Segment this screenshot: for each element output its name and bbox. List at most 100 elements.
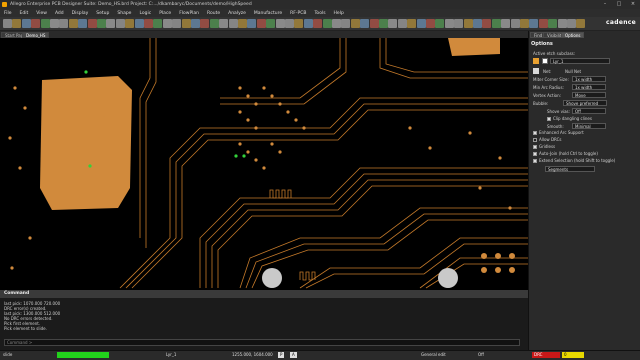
- toolbar-button-icon[interactable]: [181, 19, 191, 28]
- toolbar-button-icon[interactable]: [78, 19, 88, 28]
- segments-select[interactable]: Segments: [545, 166, 595, 172]
- clip-dangling-checkbox[interactable]: [547, 117, 551, 121]
- toolbar-button-icon[interactable]: [256, 19, 266, 28]
- toolbar-button-icon[interactable]: [510, 19, 520, 28]
- toolbar-button-icon[interactable]: [435, 19, 445, 28]
- toolbar-button-icon[interactable]: [275, 19, 285, 28]
- trace: [139, 38, 151, 238]
- status-a-toggle[interactable]: A: [290, 352, 297, 358]
- toolbar-button-icon[interactable]: [153, 19, 163, 28]
- toolbar-button-icon[interactable]: [313, 19, 323, 28]
- enhanced-arc-checkbox[interactable]: [533, 131, 537, 135]
- toolbar-button-icon[interactable]: [444, 19, 454, 28]
- bubble-select[interactable]: Shove preferred: [563, 100, 607, 106]
- toolbar-button-icon[interactable]: [266, 19, 276, 28]
- toolbar-button-icon[interactable]: [322, 19, 332, 28]
- smooth-select[interactable]: Minimal: [572, 123, 606, 129]
- toolbar-button-icon[interactable]: [228, 19, 238, 28]
- toolbar-button-icon[interactable]: [473, 19, 482, 28]
- toolbar-button-icon[interactable]: [576, 19, 586, 28]
- toolbar-button-icon[interactable]: [59, 19, 69, 28]
- pcb-layout-drawing[interactable]: [0, 38, 528, 290]
- toolbar-button-icon[interactable]: [463, 19, 473, 28]
- close-button[interactable]: ×: [626, 0, 640, 9]
- toolbar-button-icon[interactable]: [388, 19, 398, 28]
- toolbar-button-icon[interactable]: [115, 19, 125, 28]
- gridless-checkbox[interactable]: [533, 145, 537, 149]
- vertex-label: Vertex Action:: [533, 93, 562, 98]
- toolbar-button-icon[interactable]: [548, 19, 558, 28]
- toolbar-button-icon[interactable]: [567, 19, 576, 28]
- toolbar-button-icon[interactable]: [238, 19, 247, 28]
- toolbar-button-icon[interactable]: [482, 19, 492, 28]
- toolbar-button-icon[interactable]: [3, 19, 12, 28]
- toolbar-button-icon[interactable]: [360, 19, 370, 28]
- toolbar-button-icon[interactable]: [191, 19, 200, 28]
- toolbar-button-icon[interactable]: [369, 19, 379, 28]
- via: [238, 142, 242, 146]
- toolbar-button-icon[interactable]: [162, 19, 172, 28]
- min-arc-label: Min Arc Radius:: [533, 85, 564, 90]
- toolbar-button-icon[interactable]: [379, 19, 388, 28]
- allow-drcs-checkbox[interactable]: [533, 138, 537, 142]
- tab-options[interactable]: Options: [561, 32, 585, 38]
- toolbar-button-icon[interactable]: [303, 19, 313, 28]
- status-p-toggle[interactable]: P: [278, 352, 285, 358]
- toolbar-button-icon[interactable]: [491, 19, 501, 28]
- extend-selection-checkbox[interactable]: [533, 159, 537, 163]
- command-input[interactable]: Command >: [4, 339, 520, 346]
- toolbar-button-icon[interactable]: [332, 19, 341, 28]
- maximize-button[interactable]: □: [612, 0, 626, 9]
- auto-join-checkbox[interactable]: [533, 152, 537, 156]
- toolbar-button-icon[interactable]: [529, 19, 539, 28]
- via: [294, 118, 298, 122]
- toolbar-button-icon[interactable]: [350, 19, 360, 28]
- toolbar-button-icon[interactable]: [294, 19, 304, 28]
- toolbar-button-icon[interactable]: [219, 19, 229, 28]
- toolbar-button-icon[interactable]: [97, 19, 106, 28]
- toolbar-button-icon[interactable]: [397, 19, 407, 28]
- net-value: Null Net: [565, 69, 582, 74]
- via: [8, 136, 12, 140]
- toolbar-button-icon[interactable]: [31, 19, 41, 28]
- toolbar-button-icon[interactable]: [144, 19, 153, 28]
- pcb-canvas[interactable]: [0, 38, 528, 290]
- minimize-button[interactable]: –: [598, 0, 612, 9]
- copper-shape: [40, 76, 132, 210]
- miter-select[interactable]: 1x width: [572, 76, 606, 82]
- toolbar-button-icon[interactable]: [12, 19, 22, 28]
- vertex-select[interactable]: Move: [572, 92, 606, 98]
- toolbar-button-icon[interactable]: [200, 19, 210, 28]
- toolbar-button-icon[interactable]: [407, 19, 417, 28]
- toolbar-button-icon[interactable]: [247, 19, 257, 28]
- serpentine-trace: [269, 189, 292, 199]
- toolbar-button-icon[interactable]: [68, 19, 78, 28]
- toolbar-button-icon[interactable]: [209, 19, 219, 28]
- via: [13, 86, 17, 90]
- toolbar-button-icon[interactable]: [341, 19, 351, 28]
- toolbar-button-icon[interactable]: [40, 19, 50, 28]
- toolbar-button-icon[interactable]: [106, 19, 116, 28]
- toolbar-button-icon[interactable]: [454, 19, 464, 28]
- toolbar-button-icon[interactable]: [134, 19, 144, 28]
- toolbar-button-icon[interactable]: [520, 19, 529, 28]
- toolbar-button-icon[interactable]: [50, 19, 59, 28]
- via: [270, 142, 274, 146]
- via: [254, 126, 258, 130]
- toolbar-button-icon[interactable]: [501, 19, 511, 28]
- min-arc-select[interactable]: 1x width: [572, 84, 606, 90]
- via: [498, 156, 502, 160]
- toolbar-button-icon[interactable]: [426, 19, 435, 28]
- toolbar-button-icon[interactable]: [125, 19, 135, 28]
- trace: [220, 38, 347, 105]
- toolbar-button-icon[interactable]: [557, 19, 567, 28]
- layer-dropdown-icon[interactable]: [542, 58, 548, 64]
- subclass-select[interactable]: Lyr_1: [550, 58, 610, 64]
- toolbar-button-icon[interactable]: [416, 19, 426, 28]
- toolbar-button-icon[interactable]: [87, 19, 97, 28]
- toolbar-button-icon[interactable]: [172, 19, 182, 28]
- shove-vias-select[interactable]: Off: [572, 108, 606, 114]
- toolbar-button-icon[interactable]: [285, 19, 294, 28]
- toolbar-button-icon[interactable]: [538, 19, 548, 28]
- toolbar-button-icon[interactable]: [21, 19, 31, 28]
